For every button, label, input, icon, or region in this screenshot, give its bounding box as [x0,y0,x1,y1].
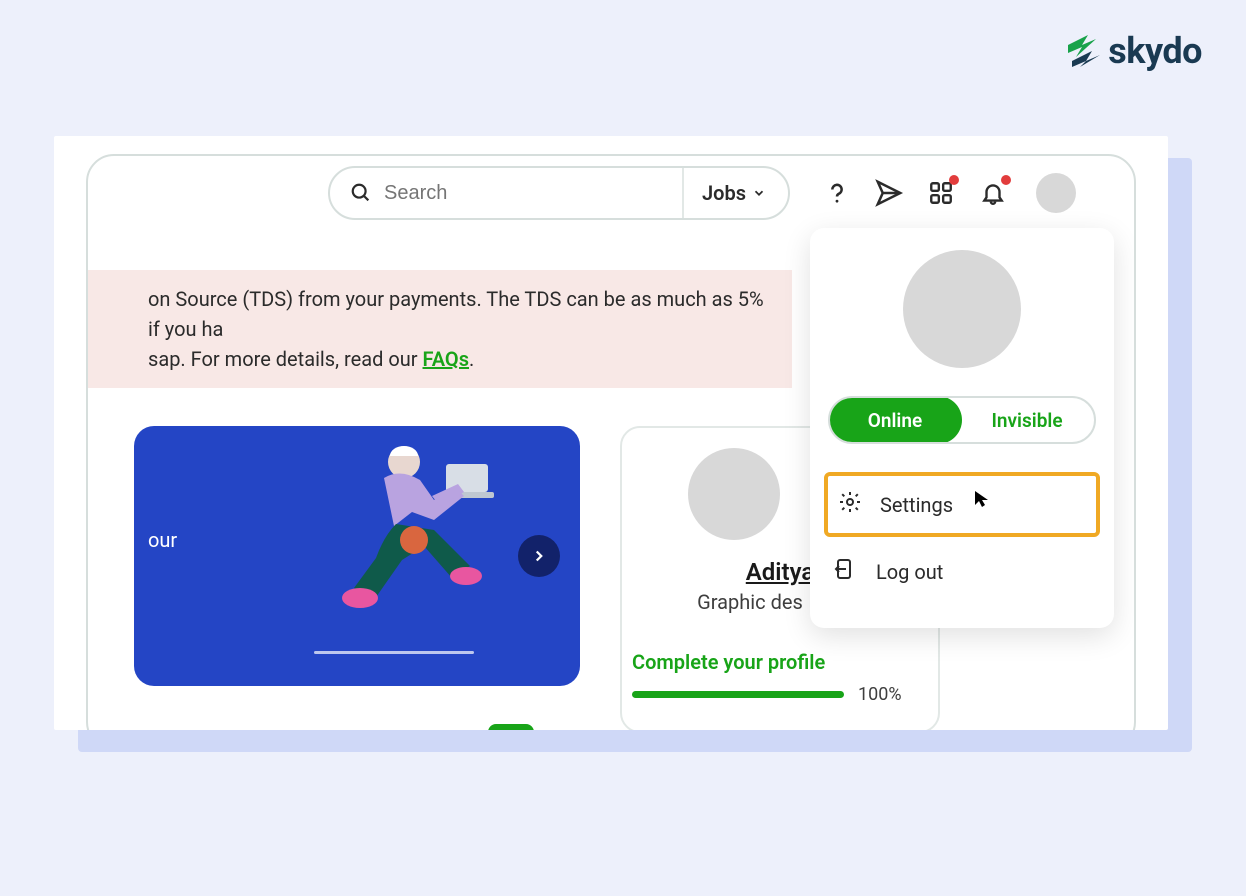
settings-menu-item[interactable]: Settings [824,472,1100,537]
logout-icon [834,557,858,586]
notifications-button[interactable] [978,178,1008,208]
brand-logo: skydo [1062,30,1202,72]
profile-role: Graphic des [697,590,803,614]
apps-notification-dot [949,175,959,185]
banner-line-1: on Source (TDS) from your payments. The … [148,287,764,341]
search-input[interactable] [384,182,670,205]
progress-percent: 100% [858,684,902,705]
app-window: Jobs [86,154,1136,730]
search-icon [350,182,372,204]
search-category-selector[interactable]: Jobs [682,168,784,218]
status-invisible-option[interactable]: Invisible [960,398,1094,442]
gear-icon [838,490,862,519]
search-bar[interactable]: Jobs [328,166,790,220]
dropdown-avatar[interactable] [903,250,1021,368]
apps-button[interactable] [926,178,956,208]
profile-name-link[interactable]: Aditya [746,558,814,586]
banner-line-2-suffix: . [469,347,474,371]
brand-mark-icon [1062,31,1102,71]
complete-profile-link[interactable]: Complete your profile [632,650,825,674]
help-button[interactable] [822,178,852,208]
topbar: Jobs [88,156,1134,230]
promo-illustration [284,438,514,652]
topbar-avatar[interactable] [1036,173,1076,213]
screenshot-frame: Jobs [54,136,1168,730]
promo-next-button[interactable] [518,535,560,577]
banner-line-2-prefix: sap. For more details, read our [148,347,423,371]
send-button[interactable] [874,178,904,208]
brand-text: skydo [1108,30,1202,72]
chevron-down-icon [752,181,766,205]
promo-partial-text: our [148,528,177,552]
notifications-dot [1001,175,1011,185]
chat-fab-partial[interactable] [488,724,534,730]
status-toggle[interactable]: Online Invisible [828,396,1096,444]
logout-label: Log out [876,560,943,584]
logout-menu-item[interactable]: Log out [824,543,1100,600]
settings-label: Settings [880,493,953,517]
status-online-option[interactable]: Online [828,396,962,444]
cursor-icon [974,490,990,508]
promo-indicator [314,651,474,654]
topbar-icon-group [822,173,1076,213]
faq-link[interactable]: FAQs [423,347,470,371]
tds-banner: on Source (TDS) from your payments. The … [88,270,792,388]
progress-bar [632,691,844,698]
profile-card-avatar[interactable] [688,448,780,540]
search-category-label: Jobs [702,181,746,205]
profile-dropdown: Online Invisible Settings [810,228,1114,628]
promo-card[interactable]: our [134,426,580,686]
progress-row: 100% [632,684,902,705]
